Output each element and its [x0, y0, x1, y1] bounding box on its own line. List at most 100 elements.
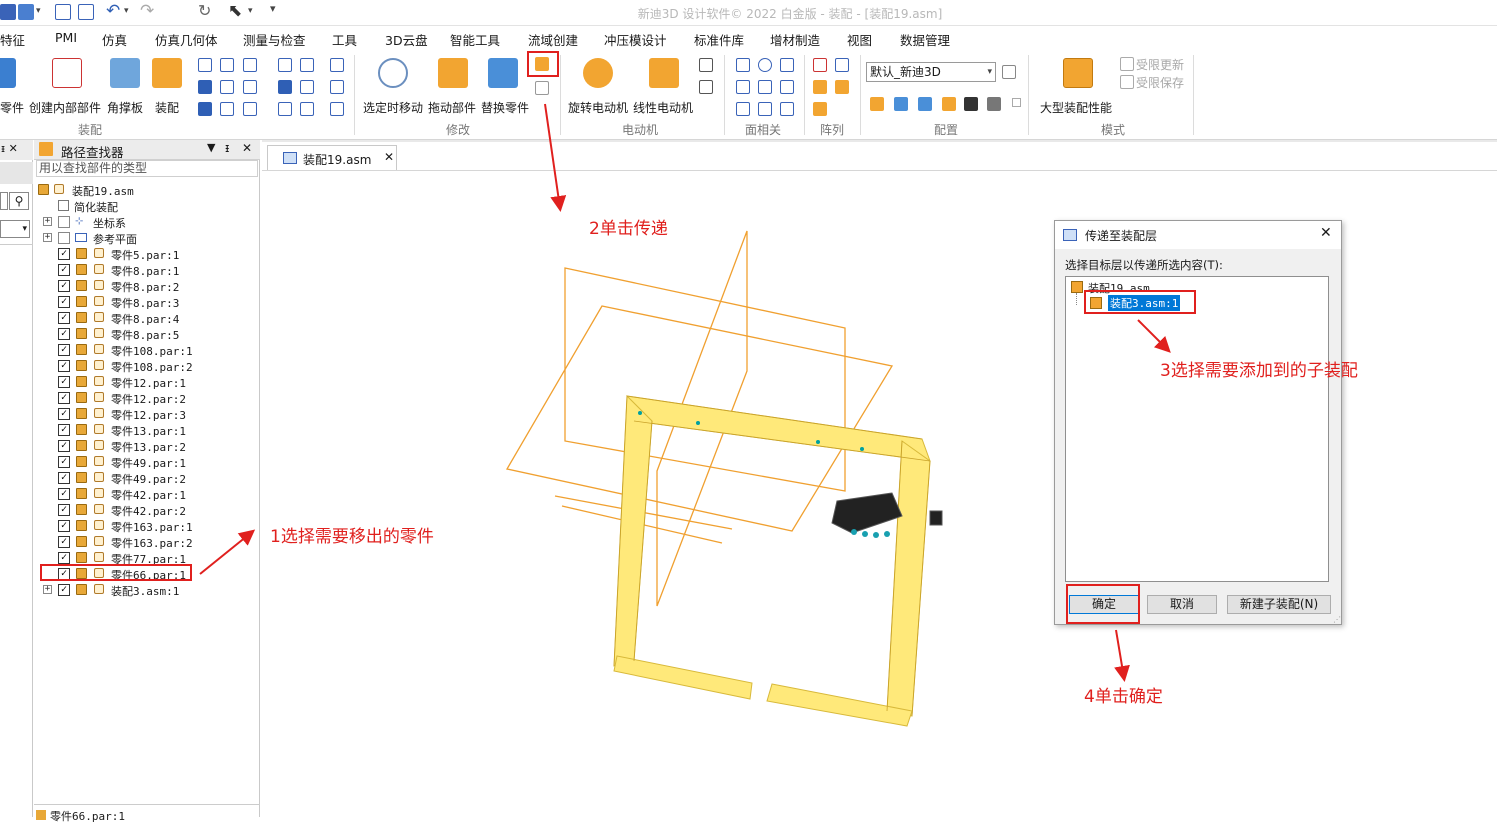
menu-tools[interactable]: 工具	[332, 30, 357, 49]
checkbox[interactable]: ✓	[58, 264, 70, 276]
menu-flow[interactable]: 流域创建	[528, 30, 578, 49]
close-tab-icon[interactable]: ✕	[384, 150, 394, 164]
menu-sim-geometry[interactable]: 仿真几何体	[155, 30, 218, 49]
checkbox[interactable]: ✓	[58, 584, 70, 596]
menu-cloud[interactable]: 3D云盘	[385, 30, 428, 49]
tool-icon-16[interactable]	[330, 58, 344, 72]
expand-icon[interactable]: +	[43, 233, 52, 242]
menu-view[interactable]: 视图	[847, 30, 872, 49]
pattern-icon-4[interactable]	[835, 80, 849, 94]
checkbox[interactable]: ✓	[58, 408, 70, 420]
tree-part-item[interactable]: ✓ 零件49.par:2	[34, 470, 260, 486]
tool-icon-3[interactable]	[243, 58, 257, 72]
tool-icon-6[interactable]	[243, 80, 257, 94]
checkbox[interactable]: ✓	[58, 520, 70, 532]
select-dropdown-icon[interactable]: ▾	[248, 6, 253, 16]
checkbox[interactable]: ✓	[58, 504, 70, 516]
open-doc-icon[interactable]	[78, 4, 94, 20]
gusset-icon[interactable]	[110, 58, 140, 88]
undo-dropdown-icon[interactable]: ▾	[124, 6, 129, 16]
close-icon[interactable]: ✕	[1320, 225, 1332, 241]
checkbox[interactable]: ✓	[58, 552, 70, 564]
tool-icon-8[interactable]	[220, 102, 234, 116]
replace-part-icon[interactable]	[488, 58, 518, 88]
redo-icon[interactable]: ↷	[140, 1, 154, 21]
tree-part-item[interactable]: ✓ 零件108.par:1	[34, 342, 260, 358]
expand-icon[interactable]: +	[43, 585, 52, 594]
config-icon-1[interactable]	[870, 97, 884, 111]
checkbox[interactable]: ✓	[58, 536, 70, 548]
part-icon[interactable]	[0, 58, 16, 88]
move-on-select-button[interactable]: 选定时移动	[363, 99, 423, 116]
checkbox[interactable]: ✓	[58, 312, 70, 324]
replace-part-button[interactable]: 替换零件	[481, 99, 529, 116]
tool-icon-7[interactable]	[198, 102, 212, 116]
checkbox[interactable]: ✓	[58, 344, 70, 356]
menu-smart-tools[interactable]: 智能工具	[450, 30, 500, 49]
checkbox[interactable]	[58, 232, 70, 244]
menu-data-mgmt[interactable]: 数据管理	[900, 30, 950, 49]
tree-part-item[interactable]: ✓ 零件8.par:5	[34, 326, 260, 342]
drag-part-button[interactable]: 拖动部件	[428, 99, 476, 116]
config-icon-4[interactable]	[942, 97, 956, 111]
save-icon[interactable]	[0, 4, 16, 20]
tree-part-item[interactable]: ✓ 零件42.par:1	[34, 486, 260, 502]
tool-icon-2[interactable]	[220, 58, 234, 72]
checkbox[interactable]: ✓	[58, 360, 70, 372]
save-as-icon[interactable]	[18, 4, 34, 20]
tool-icon-12[interactable]	[278, 80, 292, 94]
rotary-motor-button[interactable]: 旋转电动机	[568, 99, 628, 116]
expand-icon[interactable]: +	[43, 217, 52, 226]
menu-simulation[interactable]: 仿真	[102, 30, 127, 49]
new-doc-icon[interactable]	[55, 4, 71, 20]
tree-part-item[interactable]: ✓ 零件8.par:2	[34, 278, 260, 294]
tree-part-item[interactable]: ✓ 零件42.par:2	[34, 502, 260, 518]
checkbox[interactable]: ✓	[58, 280, 70, 292]
pattern-icon-1[interactable]	[813, 58, 827, 72]
options-icon[interactable]: ▼	[207, 141, 215, 154]
tree-part-item[interactable]: ✓ 零件5.par:1	[34, 246, 260, 262]
checkbox[interactable]: ✓	[58, 472, 70, 484]
menu-pmi[interactable]: PMI	[55, 30, 77, 45]
motor-tool-icon-1[interactable]	[699, 58, 713, 72]
dock-pin-icon[interactable]: ᵻ ✕	[0, 140, 33, 160]
face-tool-icon-4[interactable]	[736, 80, 750, 94]
assembly-icon[interactable]	[152, 58, 182, 88]
tool-icon-9[interactable]	[243, 102, 257, 116]
menu-stamping[interactable]: 冲压模设计	[604, 30, 667, 49]
menu-additive[interactable]: 增材制造	[770, 30, 820, 49]
tool-icon-11[interactable]	[300, 58, 314, 72]
document-tab[interactable]: 装配19.asm ✕	[267, 145, 397, 171]
motor-tool-icon-2[interactable]	[699, 80, 713, 94]
tool-icon-17[interactable]	[330, 80, 344, 94]
tool-icon-18[interactable]	[330, 102, 344, 116]
repeat-icon[interactable]: ↻	[198, 1, 211, 20]
create-internal-part-button[interactable]: 创建内部部件	[29, 99, 101, 116]
pattern-icon-2[interactable]	[835, 58, 849, 72]
linear-motor-icon[interactable]	[649, 58, 679, 88]
menu-measure[interactable]: 测量与检查	[243, 30, 306, 49]
tree-part-item[interactable]: ✓ 零件12.par:3	[34, 406, 260, 422]
face-tool-icon-1[interactable]	[736, 58, 750, 72]
cancel-button[interactable]: 取消	[1147, 595, 1217, 614]
part-button[interactable]: 零件	[0, 99, 24, 116]
tree-subassembly[interactable]: + ✓ 装配3.asm:1	[34, 582, 260, 598]
config-icon-3[interactable]	[918, 97, 932, 111]
checkbox[interactable]: ✓	[58, 328, 70, 340]
checkbox[interactable]: ✓	[58, 248, 70, 260]
transfer-secondary-icon[interactable]	[535, 81, 549, 95]
face-tool-icon-3[interactable]	[780, 58, 794, 72]
pattern-icon-5[interactable]	[813, 102, 827, 116]
tree-simplified[interactable]: 简化装配	[34, 198, 260, 214]
large-assembly-button[interactable]: 大型装配性能	[1040, 99, 1112, 116]
large-assembly-icon[interactable]	[1063, 58, 1093, 88]
tree-part-item[interactable]: ✓ 零件49.par:1	[34, 454, 260, 470]
checkbox[interactable]: ✓	[58, 456, 70, 468]
checkbox[interactable]: ✓	[58, 488, 70, 500]
tool-icon-1[interactable]	[198, 58, 212, 72]
tool-icon-14[interactable]	[278, 102, 292, 116]
tool-icon-5[interactable]	[220, 80, 234, 94]
tool-icon-13[interactable]	[300, 80, 314, 94]
checkbox[interactable]: ✓	[58, 392, 70, 404]
select-arrow-icon[interactable]: ⬉	[228, 1, 242, 21]
